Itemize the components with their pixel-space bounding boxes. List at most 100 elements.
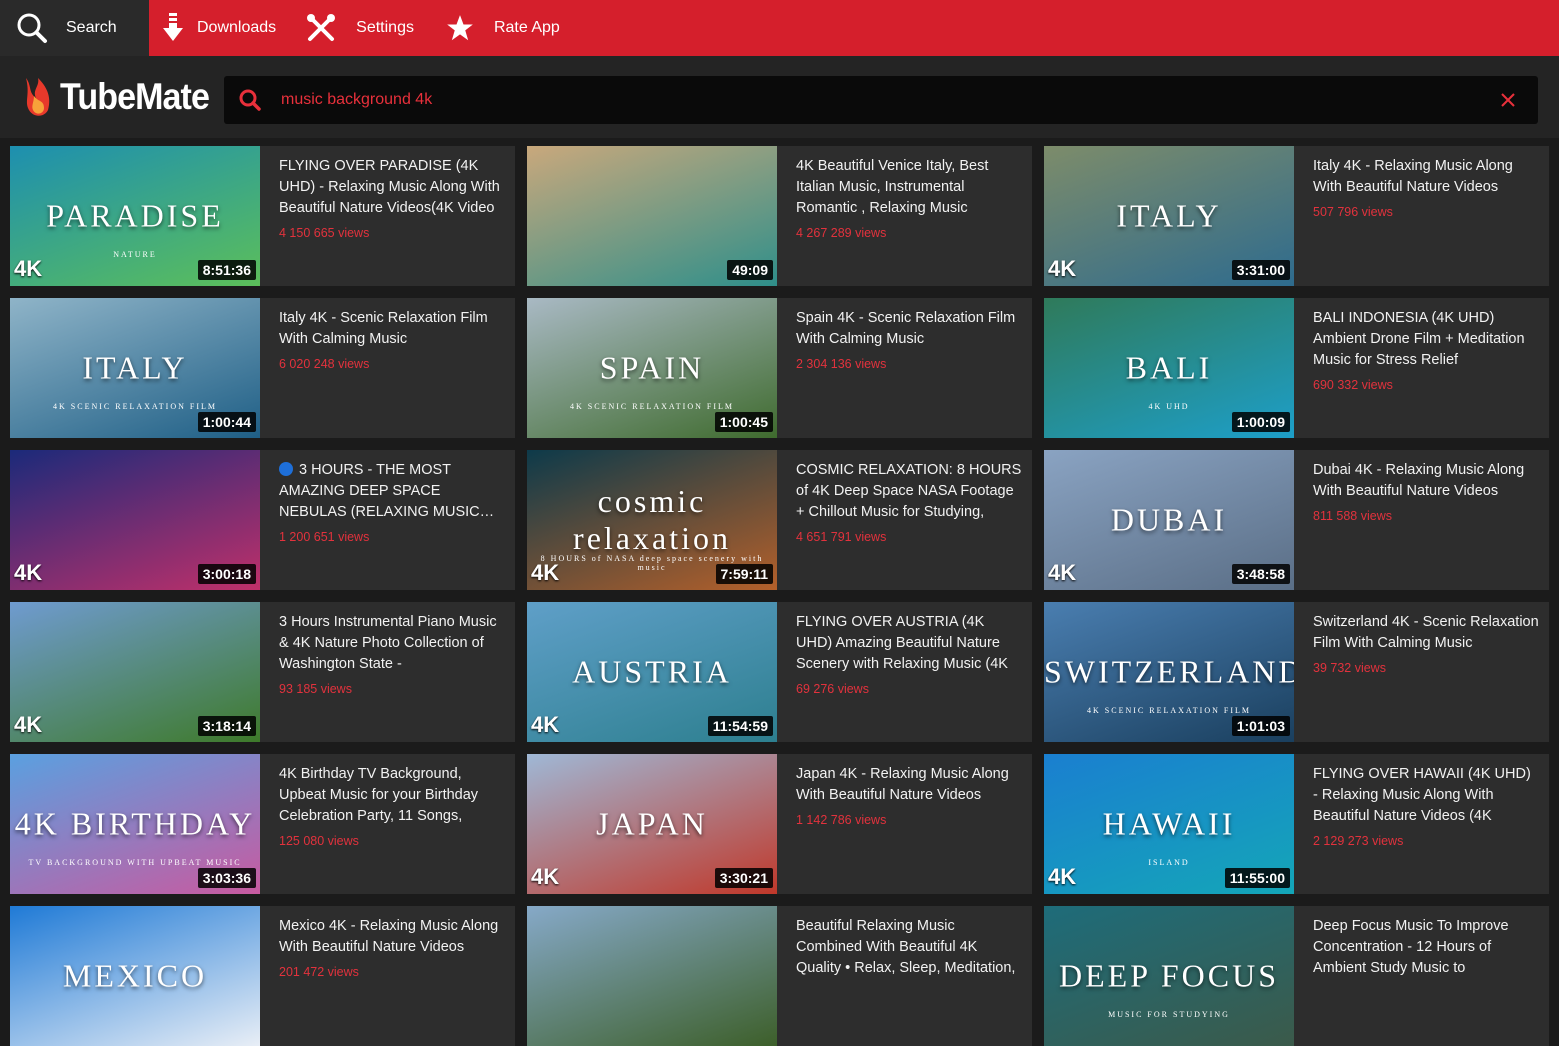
video-thumbnail[interactable]: MEXICO: [10, 906, 260, 1046]
video-card[interactable]: DEEP FOCUS MUSIC FOR STUDYING Deep Focus M…: [1044, 906, 1549, 1046]
toolbar-search-button[interactable]: Search: [0, 0, 149, 56]
video-card[interactable]: ITALY 4K 3:31:00 Italy 4K - Relaxing Music …: [1044, 146, 1549, 286]
video-duration: 1:01:03: [1231, 716, 1290, 736]
video-info: 3 HOURS - THE MOST AMAZING DEEP SPACE NE…: [260, 450, 515, 590]
video-info: FLYING OVER AUSTRIA (4K UHD) Amazing Bea…: [777, 602, 1032, 742]
video-duration: 3:31:00: [1231, 260, 1290, 280]
video-thumbnail[interactable]: BALI 4K UHD 1:00:09: [1044, 298, 1294, 438]
video-info: FLYING OVER HAWAII (4K UHD) - Relaxing M…: [1294, 754, 1549, 894]
video-duration: 49:09: [727, 260, 773, 280]
video-title-text: 4K Beautiful Venice Italy, Best Italian …: [796, 158, 989, 216]
video-info: Mexico 4K - Relaxing Music Along With Be…: [260, 906, 515, 1046]
video-thumbnail[interactable]: DEEP FOCUS MUSIC FOR STUDYING: [1044, 906, 1294, 1046]
toolbar-rate-button[interactable]: Rate App: [414, 0, 560, 56]
thumbnail-title-text: JAPAN: [596, 805, 708, 842]
video-thumbnail[interactable]: PARADISE NATURE 4K 8:51:36: [10, 146, 260, 286]
thumbnail-title-text: PARADISE: [46, 197, 224, 234]
video-thumbnail[interactable]: [527, 906, 777, 1046]
toolbar-downloads-button[interactable]: Downloads: [149, 0, 276, 56]
video-duration: 1:00:09: [1231, 412, 1290, 432]
video-view-count: 39 732 views: [1313, 661, 1386, 675]
video-thumbnail[interactable]: cosmic relaxation 8 HOURS of NASA deep sp…: [527, 450, 777, 590]
uhd-badge: 4K: [531, 712, 560, 737]
video-thumbnail[interactable]: 4K 3:18:14: [10, 602, 260, 742]
video-thumbnail[interactable]: 4K BIRTHDAY TV BACKGROUND WITH UPBEAT MUS…: [10, 754, 260, 894]
toolbar-search-label: Search: [66, 19, 117, 36]
video-card[interactable]: Beautiful Relaxing Music Combined With B…: [527, 906, 1032, 1046]
video-card[interactable]: 4K 3:00:18 3 HOURS - THE MOST AMAZING DEEP…: [10, 450, 515, 590]
toolbar-settings-button[interactable]: Settings: [276, 0, 414, 56]
video-title[interactable]: Dubai 4K - Relaxing Music Along With Bea…: [1313, 460, 1539, 502]
video-card[interactable]: ITALY 4K SCENIC RELAXATION FILM 1:00:44 Ita…: [10, 298, 515, 438]
video-title[interactable]: COSMIC RELAXATION: 8 HOURS of 4K Deep Sp…: [796, 460, 1022, 523]
video-title[interactable]: 4K Birthday TV Background, Upbeat Music …: [279, 764, 505, 827]
video-info: Deep Focus Music To Improve Concentratio…: [1294, 906, 1549, 1046]
video-title[interactable]: Deep Focus Music To Improve Concentratio…: [1313, 916, 1539, 979]
results-grid: PARADISE NATURE 4K 8:51:36 FLYING OVER PARAD…: [10, 146, 1549, 1046]
video-card[interactable]: JAPAN 4K 3:30:21 Japan 4K - Relaxing Music …: [527, 754, 1032, 894]
video-title-text: FLYING OVER AUSTRIA (4K UHD) Amazing Bea…: [796, 614, 1008, 672]
thumbnail-title-text: SWITZERLAND: [1044, 653, 1294, 690]
video-title[interactable]: Spain 4K - Scenic Relaxation Film With C…: [796, 308, 1022, 350]
video-title[interactable]: Japan 4K - Relaxing Music Along With Bea…: [796, 764, 1022, 806]
video-thumbnail[interactable]: DUBAI 4K 3:48:58: [1044, 450, 1294, 590]
toolbar-rate-label: Rate App: [493, 19, 560, 36]
video-view-count: 125 080 views: [279, 834, 359, 848]
video-thumbnail[interactable]: SPAIN 4K SCENIC RELAXATION FILM 1:00:45: [527, 298, 777, 438]
video-title[interactable]: FLYING OVER HAWAII (4K UHD) - Relaxing M…: [1313, 764, 1539, 827]
uhd-badge: 4K: [14, 256, 43, 281]
close-icon[interactable]: [1500, 92, 1516, 108]
video-thumbnail[interactable]: SWITZERLAND 4K SCENIC RELAXATION FILM 1:01…: [1044, 602, 1294, 742]
video-card[interactable]: SWITZERLAND 4K SCENIC RELAXATION FILM 1:01…: [1044, 602, 1549, 742]
video-card[interactable]: DUBAI 4K 3:48:58 Dubai 4K - Relaxing Music …: [1044, 450, 1549, 590]
video-view-count: 4 150 665 views: [279, 226, 370, 240]
video-title[interactable]: Beautiful Relaxing Music Combined With B…: [796, 916, 1022, 979]
video-title[interactable]: Italy 4K - Relaxing Music Along With Bea…: [1313, 156, 1539, 198]
video-title[interactable]: FLYING OVER AUSTRIA (4K UHD) Amazing Bea…: [796, 612, 1022, 675]
video-title-text: FLYING OVER PARADISE (4K UHD) - Relaxing…: [279, 158, 500, 216]
video-view-count: 2 129 273 views: [1313, 834, 1404, 848]
video-title[interactable]: Mexico 4K - Relaxing Music Along With Be…: [279, 916, 505, 958]
video-card[interactable]: HAWAII ISLAND 4K 11:55:00 FLYING OVER HAWAII…: [1044, 754, 1549, 894]
video-thumbnail[interactable]: 49:09: [527, 146, 777, 286]
video-view-count: 2 304 136 views: [796, 357, 887, 371]
video-card[interactable]: cosmic relaxation 8 HOURS of NASA deep sp…: [527, 450, 1032, 590]
video-card[interactable]: PARADISE NATURE 4K 8:51:36 FLYING OVER PARAD…: [10, 146, 515, 286]
video-title[interactable]: Italy 4K - Scenic Relaxation Film With C…: [279, 308, 505, 350]
video-card[interactable]: AUSTRIA 4K 11:54:59 FLYING OVER AUSTRIA (4K…: [527, 602, 1032, 742]
video-title[interactable]: 3 HOURS - THE MOST AMAZING DEEP SPACE NE…: [279, 460, 505, 523]
video-duration: 11:54:59: [707, 716, 773, 736]
thumbnail-title-text: BALI: [1125, 349, 1213, 386]
video-title[interactable]: BALI INDONESIA (4K UHD) Ambient Drone Fi…: [1313, 308, 1539, 371]
video-thumbnail[interactable]: ITALY 4K SCENIC RELAXATION FILM 1:00:44: [10, 298, 260, 438]
video-card[interactable]: BALI 4K UHD 1:00:09 BALI INDONESIA (4K UHD)…: [1044, 298, 1549, 438]
video-card[interactable]: 4K BIRTHDAY TV BACKGROUND WITH UPBEAT MUS…: [10, 754, 515, 894]
video-view-count: 507 796 views: [1313, 205, 1393, 219]
video-thumbnail[interactable]: HAWAII ISLAND 4K 11:55:00: [1044, 754, 1294, 894]
video-title[interactable]: Switzerland 4K - Scenic Relaxation Film …: [1313, 612, 1539, 654]
video-view-count: 201 472 views: [279, 965, 359, 979]
video-thumbnail[interactable]: ITALY 4K 3:31:00: [1044, 146, 1294, 286]
video-card[interactable]: 4K 3:18:14 3 Hours Instrumental Piano Musi…: [10, 602, 515, 742]
uhd-badge: 4K: [14, 712, 43, 737]
video-card[interactable]: MEXICO Mexico 4K - Relaxing Music Along W…: [10, 906, 515, 1046]
video-thumbnail[interactable]: AUSTRIA 4K 11:54:59: [527, 602, 777, 742]
video-title-text: Spain 4K - Scenic Relaxation Film With C…: [796, 310, 1016, 347]
video-title[interactable]: 3 Hours Instrumental Piano Music & 4K Na…: [279, 612, 505, 675]
thumbnail-title-text: DUBAI: [1110, 501, 1228, 538]
search-input[interactable]: [281, 91, 1500, 109]
video-title-text: Beautiful Relaxing Music Combined With B…: [796, 918, 1016, 976]
video-title[interactable]: 4K Beautiful Venice Italy, Best Italian …: [796, 156, 1022, 219]
video-card[interactable]: 49:09 4K Beautiful Venice Italy, Best Ita…: [527, 146, 1032, 286]
video-title-text: FLYING OVER HAWAII (4K UHD) - Relaxing M…: [1313, 766, 1531, 824]
video-info: FLYING OVER PARADISE (4K UHD) - Relaxing…: [260, 146, 515, 286]
video-thumbnail[interactable]: 4K 3:00:18: [10, 450, 260, 590]
thumbnail-title-text: ITALY: [1116, 197, 1222, 234]
video-title[interactable]: FLYING OVER PARADISE (4K UHD) - Relaxing…: [279, 156, 505, 219]
video-info: Italy 4K - Scenic Relaxation Film With C…: [260, 298, 515, 438]
video-card[interactable]: SPAIN 4K SCENIC RELAXATION FILM 1:00:45 Spa…: [527, 298, 1032, 438]
video-thumbnail[interactable]: JAPAN 4K 3:30:21: [527, 754, 777, 894]
video-info: BALI INDONESIA (4K UHD) Ambient Drone Fi…: [1294, 298, 1549, 438]
star-icon: [447, 15, 473, 41]
thumbnail-subtitle-text: 4K UHD: [1148, 401, 1190, 411]
